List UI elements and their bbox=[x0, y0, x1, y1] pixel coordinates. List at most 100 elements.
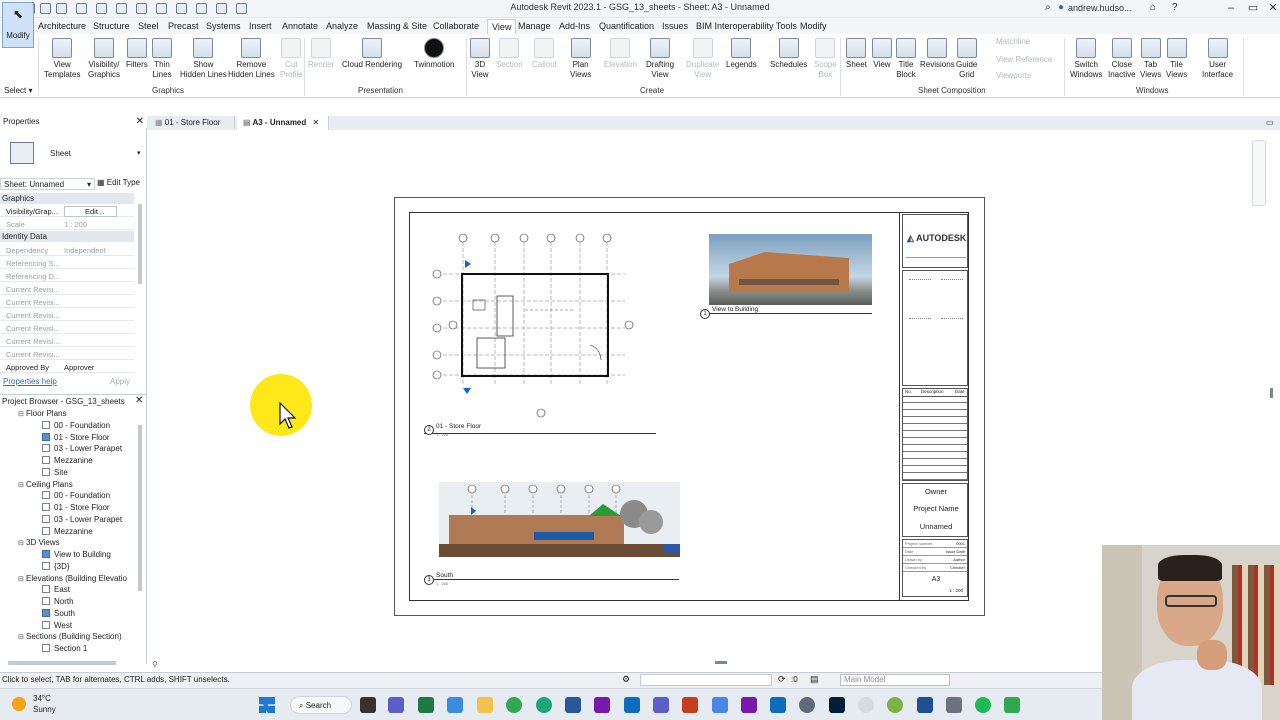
tab-architecture[interactable]: Architecture bbox=[38, 21, 86, 31]
modify-button[interactable]: ⬉ Modify bbox=[2, 2, 34, 48]
browser-category[interactable]: ⊟ Elevations (Building Elevatio bbox=[18, 574, 127, 583]
title-block[interactable]: ◭ AUTODESK No. Description Date Owner Pr… bbox=[899, 212, 969, 601]
app-icon[interactable] bbox=[1004, 697, 1020, 713]
outlook-icon[interactable] bbox=[624, 697, 640, 713]
app-icon[interactable] bbox=[447, 697, 463, 713]
view-control-icon[interactable]: ⚲ bbox=[152, 660, 158, 669]
close-tab-icon[interactable]: ✕ bbox=[313, 118, 320, 127]
close-properties-icon[interactable]: ✕ bbox=[136, 116, 144, 127]
user-name[interactable]: andrew.hudso... bbox=[1068, 3, 1132, 13]
browser-category[interactable]: ⊟ Ceiling Plans bbox=[18, 480, 73, 489]
browser-view-item[interactable]: 00 - Foundation bbox=[42, 491, 110, 500]
browser-view-item[interactable]: 01 - Store Floor bbox=[42, 432, 110, 442]
schedules-button[interactable]: Schedules bbox=[770, 38, 807, 70]
apply-button[interactable]: Apply bbox=[110, 377, 130, 386]
browser-view-item[interactable]: Section 1 bbox=[42, 644, 87, 653]
tab-massing-site[interactable]: Massing & Site bbox=[367, 21, 427, 31]
revit-taskbar-icon[interactable] bbox=[917, 697, 933, 713]
edge-icon[interactable] bbox=[536, 697, 552, 713]
tab-issues[interactable]: Issues bbox=[662, 21, 688, 31]
property-row[interactable]: Current Revisi... bbox=[0, 309, 134, 321]
browser-category[interactable]: ⊟ 3D Views bbox=[18, 538, 60, 547]
property-row[interactable]: Current Revisi... bbox=[0, 348, 134, 360]
task-view-icon[interactable] bbox=[360, 697, 376, 713]
word-icon[interactable] bbox=[565, 697, 581, 713]
elevation-button[interactable]: Elevation bbox=[604, 38, 637, 70]
tab-add-ins[interactable]: Add-Ins bbox=[559, 21, 590, 31]
onenote-icon[interactable] bbox=[741, 697, 757, 713]
thin-lines-button[interactable]: Thin Lines bbox=[152, 38, 172, 80]
viewports-button[interactable]: Viewports bbox=[996, 71, 1031, 81]
tab-collaborate[interactable]: Collaborate bbox=[433, 21, 479, 31]
property-row[interactable]: Dependency Independent bbox=[0, 244, 134, 256]
minimize-button[interactable]: – bbox=[1224, 2, 1238, 14]
guide-grid-button[interactable]: Guide Grid bbox=[956, 38, 977, 80]
browser-view-item[interactable]: View to Building bbox=[42, 550, 111, 559]
tile-views-button[interactable]: Tile Views bbox=[1166, 38, 1187, 80]
property-row[interactable]: Referencing D... bbox=[0, 270, 134, 282]
close-inactive-button[interactable]: Close Inactive bbox=[1108, 38, 1136, 80]
tab-structure[interactable]: Structure bbox=[93, 21, 130, 31]
browser-view-item[interactable]: North bbox=[42, 597, 74, 606]
instance-selector[interactable]: Sheet: Unnamed ▾ bbox=[0, 178, 95, 190]
taskbar-search[interactable]: ⌕ Search bbox=[290, 696, 352, 714]
tab-precast[interactable]: Precast bbox=[168, 21, 199, 31]
tab-a3-unnamed[interactable]: ▤ A3 - Unnamed ✕ bbox=[237, 116, 329, 130]
tab-annotate[interactable]: Annotate bbox=[282, 21, 318, 31]
workset-selector[interactable] bbox=[640, 674, 772, 686]
canvas-v-scrollbar[interactable] bbox=[1270, 388, 1273, 398]
property-row[interactable]: Current Revisi... bbox=[0, 283, 134, 295]
browser-view-item[interactable]: {3D} bbox=[42, 561, 70, 571]
browser-view-item[interactable]: Site bbox=[42, 467, 68, 477]
building-render-image[interactable] bbox=[709, 234, 872, 305]
collapse-icon[interactable]: ⊟ bbox=[18, 410, 26, 418]
visibility-graphics-button[interactable]: Visibility/ Graphics bbox=[88, 38, 120, 80]
browser-view-item[interactable]: 03 - Lower Parapet bbox=[42, 444, 122, 453]
maximize-button[interactable]: ▭ bbox=[1246, 2, 1260, 14]
drafting-view-button[interactable]: Drafting View bbox=[646, 38, 674, 80]
render-button[interactable]: Render bbox=[308, 38, 334, 70]
browser-view-item[interactable]: South bbox=[42, 608, 75, 618]
spotify-icon[interactable] bbox=[975, 697, 991, 713]
tab-steel[interactable]: Steel bbox=[138, 21, 159, 31]
property-row[interactable]: Scale 1 : 200 bbox=[0, 218, 134, 230]
section-graphics[interactable]: Graphics bbox=[0, 193, 134, 204]
app-icon[interactable] bbox=[770, 697, 786, 713]
canvas-h-scrollbar[interactable] bbox=[715, 661, 727, 664]
user-icon[interactable]: ● bbox=[1058, 2, 1064, 13]
filters-button[interactable]: Filters bbox=[126, 38, 148, 70]
browser-view-item[interactable]: 03 - Lower Parapet bbox=[42, 514, 122, 524]
collapse-icon[interactable]: ⊟ bbox=[18, 481, 26, 489]
navigation-bar[interactable] bbox=[1252, 140, 1266, 206]
help-icon[interactable]: ? bbox=[1172, 2, 1178, 13]
tab-bim-interoperability-tools[interactable]: BIM Interoperability Tools bbox=[696, 21, 797, 31]
photoshop-icon[interactable] bbox=[829, 697, 845, 713]
worksets-icon[interactable]: ⚙ bbox=[622, 674, 630, 685]
tab-modify[interactable]: Modify bbox=[800, 21, 827, 31]
duplicate-view-button[interactable]: Duplicate View bbox=[686, 38, 719, 80]
section-button[interactable]: Section bbox=[496, 38, 523, 70]
collapse-icon[interactable]: ⊟ bbox=[18, 539, 26, 547]
callout-button[interactable]: Callout bbox=[532, 38, 557, 70]
3d-view-button[interactable]: 3D View bbox=[470, 38, 490, 80]
app-icon[interactable] bbox=[887, 697, 903, 713]
property-row[interactable]: Referencing S... bbox=[0, 257, 134, 269]
browser-view-item[interactable]: Mezzanine bbox=[42, 456, 93, 465]
main-model-selector[interactable]: Main Model bbox=[840, 674, 950, 686]
property-row[interactable]: Approved By Approver bbox=[0, 361, 134, 373]
twinmotion-button[interactable]: Twinmotion bbox=[414, 38, 454, 70]
weather-condition[interactable]: Sunny bbox=[33, 705, 56, 714]
revisions-button[interactable]: Revisions bbox=[920, 38, 955, 70]
tab-systems[interactable]: Systems bbox=[206, 21, 241, 31]
browser-view-item[interactable]: East bbox=[42, 585, 70, 594]
collapse-icon[interactable]: ⊟ bbox=[18, 633, 26, 641]
tab-view[interactable]: View bbox=[487, 19, 517, 35]
browser-view-item[interactable]: 01 - Store Floor bbox=[42, 503, 110, 512]
switch-windows-button[interactable]: Switch Windows bbox=[1070, 38, 1102, 80]
matchline-button[interactable]: Matchline bbox=[996, 37, 1030, 47]
property-row[interactable]: Current Revisi... bbox=[0, 322, 134, 334]
title-block-button[interactable]: Title Block bbox=[896, 38, 916, 80]
plan-views-button[interactable]: Plan Views bbox=[570, 38, 591, 80]
excel-icon[interactable] bbox=[418, 697, 434, 713]
view-templates-button[interactable]: View Templates bbox=[44, 38, 80, 80]
